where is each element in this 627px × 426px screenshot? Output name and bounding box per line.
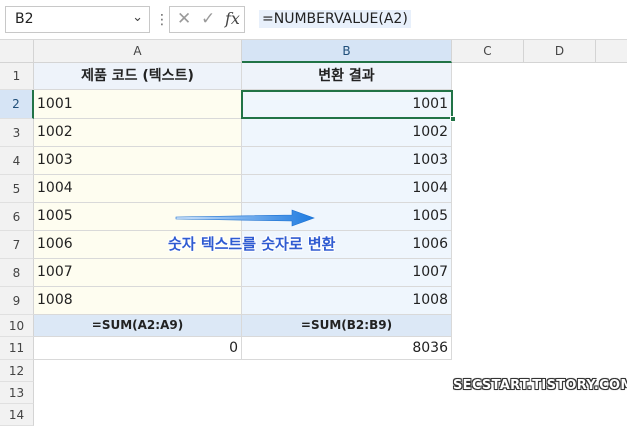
row-header-3[interactable]: 3: [0, 119, 34, 147]
formula-input[interactable]: =NUMBERVALUE(A2): [251, 6, 622, 33]
column-header-a[interactable]: A: [34, 40, 242, 63]
cell-b1[interactable]: 변환 결과: [242, 63, 452, 90]
row-header-14[interactable]: 14: [0, 404, 34, 426]
row-header-2[interactable]: 2: [0, 90, 34, 119]
cell-b10[interactable]: =SUM(B2:B9): [242, 315, 452, 337]
formula-text: =NUMBERVALUE(A2): [259, 10, 411, 28]
more-options-icon[interactable]: ⋮: [155, 7, 169, 33]
row-header-8[interactable]: 8: [0, 259, 34, 287]
cell-b8[interactable]: 1007: [242, 259, 452, 287]
formula-buttons: ✕ ✓ fx: [169, 6, 245, 33]
row-header-12[interactable]: 12: [0, 360, 34, 382]
cell-a3[interactable]: 1002: [34, 119, 242, 147]
cell-b3[interactable]: 1002: [242, 119, 452, 147]
name-box-value: B2: [15, 11, 34, 27]
row-header-5[interactable]: 5: [0, 175, 34, 203]
cell-b5[interactable]: 1004: [242, 175, 452, 203]
row-header-7[interactable]: 7: [0, 231, 34, 259]
formula-bar: B2 ⌄ ⋮ ✕ ✓ fx =NUMBERVALUE(A2): [0, 0, 627, 40]
annotation-text: 숫자 텍스트를 숫자로 변환: [168, 235, 336, 253]
row-header-10[interactable]: 10: [0, 315, 34, 337]
active-cell-border: [241, 90, 453, 119]
row-header-13[interactable]: 13: [0, 382, 34, 404]
cell-b4[interactable]: 1003: [242, 147, 452, 175]
cell-a2[interactable]: 1001: [34, 90, 242, 119]
row-header-9[interactable]: 9: [0, 287, 34, 315]
row-header-4[interactable]: 4: [0, 147, 34, 175]
row-header-1[interactable]: 1: [0, 63, 34, 90]
row-header-11[interactable]: 11: [0, 337, 34, 360]
fill-handle[interactable]: [450, 116, 456, 122]
column-header-e[interactable]: [596, 40, 627, 63]
cell-a9[interactable]: 1008: [34, 287, 242, 315]
cell-a1[interactable]: 제품 코드 (텍스트): [34, 63, 242, 90]
name-box[interactable]: B2 ⌄: [5, 6, 150, 33]
enter-icon[interactable]: ✓: [201, 9, 215, 29]
cell-a5[interactable]: 1004: [34, 175, 242, 203]
cell-a11[interactable]: 0: [34, 337, 242, 360]
insert-function-icon[interactable]: fx: [225, 9, 240, 28]
column-header-d[interactable]: D: [524, 40, 596, 63]
cell-b11[interactable]: 8036: [242, 337, 452, 360]
column-header-b[interactable]: B: [242, 40, 452, 63]
cancel-icon[interactable]: ✕: [177, 9, 191, 29]
select-all-corner[interactable]: [0, 40, 34, 63]
cell-b9[interactable]: 1008: [242, 287, 452, 315]
cell-a8[interactable]: 1007: [34, 259, 242, 287]
column-header-c[interactable]: C: [452, 40, 524, 63]
chevron-down-icon[interactable]: ⌄: [132, 10, 143, 25]
row-header-6[interactable]: 6: [0, 203, 34, 231]
watermark: SECSTART.TISTORY.COM: [453, 378, 627, 393]
cell-a4[interactable]: 1003: [34, 147, 242, 175]
cell-a10[interactable]: =SUM(A2:A9): [34, 315, 242, 337]
arrow-right-icon: [175, 209, 315, 227]
